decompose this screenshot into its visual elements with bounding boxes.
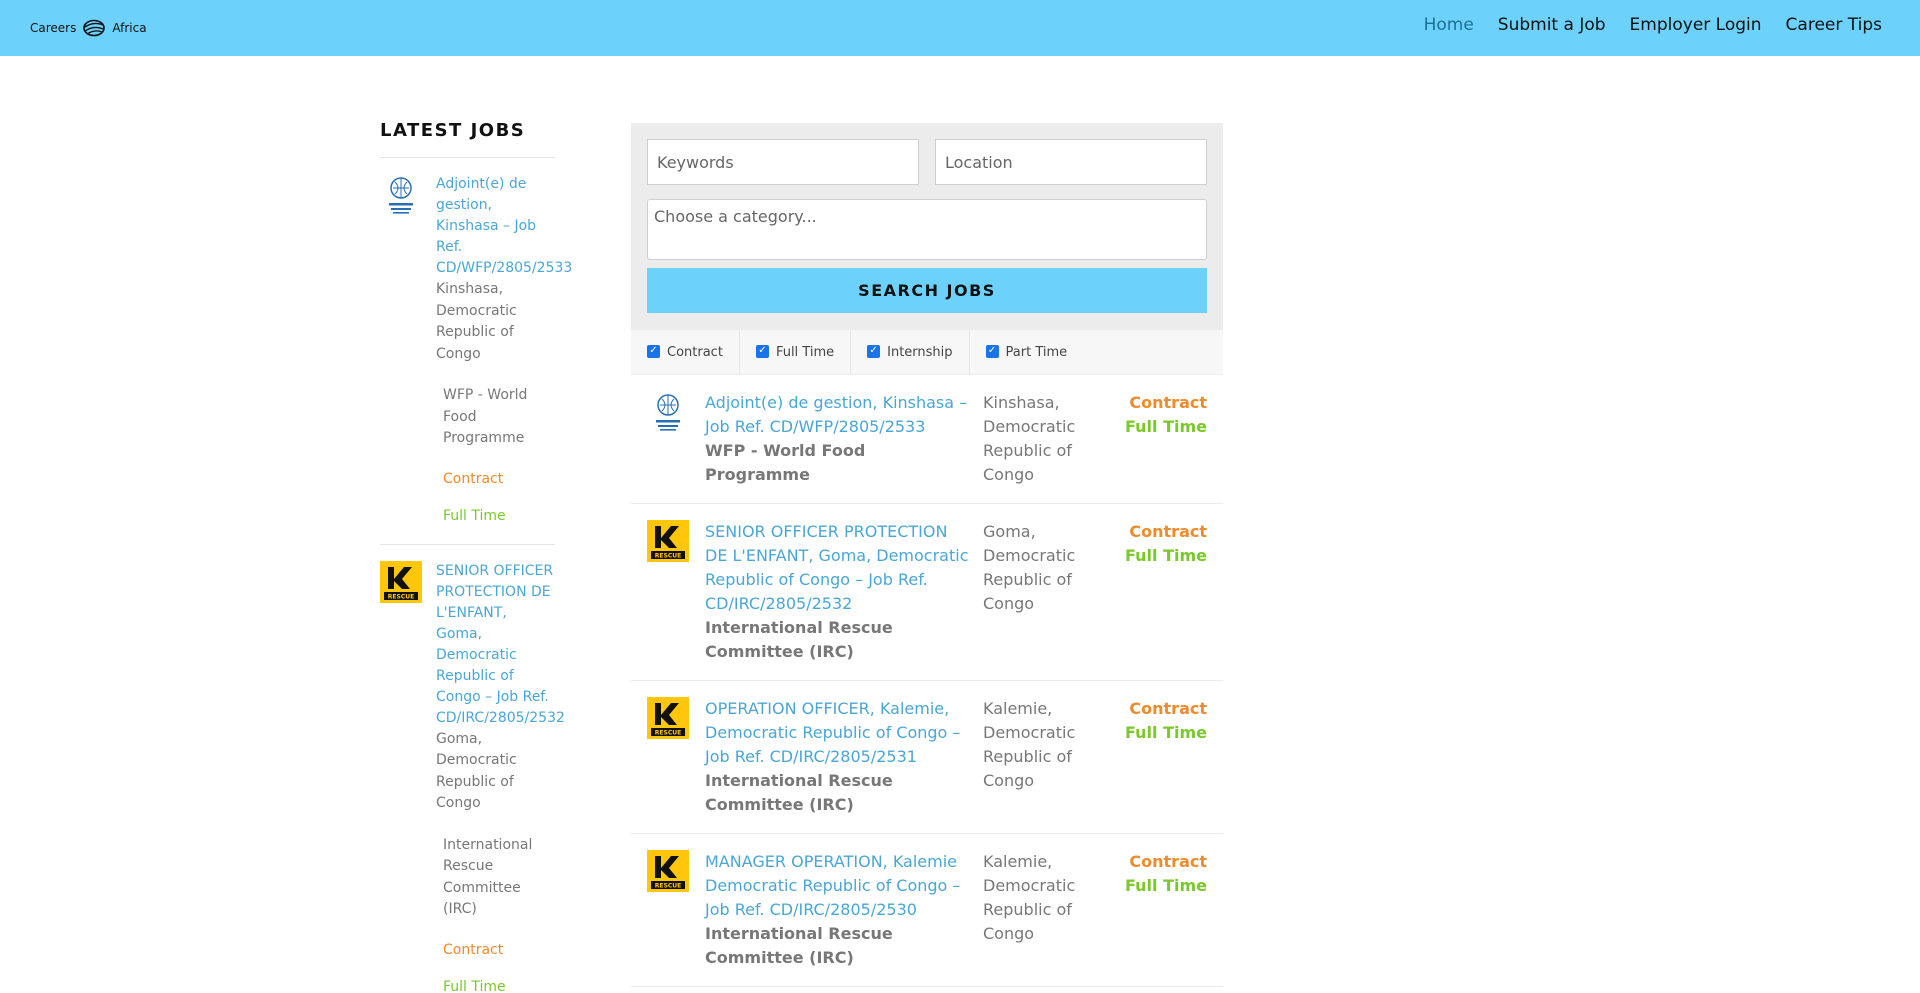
job-type-contract: Contract — [1129, 522, 1207, 541]
wfp-logo-icon — [647, 391, 689, 433]
job-title-link[interactable]: Adjoint(e) de gestion, Kinshasa – Job Re… — [705, 391, 969, 439]
location-input[interactable]: Location — [935, 139, 1207, 185]
job-listing-row[interactable]: Adjoint(e) de gestion, Kinshasa – Job Re… — [631, 375, 1223, 504]
filter-label: Contract — [667, 344, 723, 360]
svg-text:RESCUE: RESCUE — [655, 883, 681, 890]
nav-submit-job[interactable]: Submit a Job — [1498, 15, 1606, 35]
site-logo[interactable]: Careers Africa — [30, 19, 147, 37]
job-location: Kinshasa, Democratic Republic of Congo — [983, 393, 1076, 484]
job-type-fulltime: Full Time — [1125, 546, 1207, 565]
sidebar-heading: LATEST JOBS — [380, 120, 555, 158]
job-organization: International Rescue Committee (IRC) — [705, 618, 893, 661]
sidebar-job-location: Goma, Democratic Republic of Congo — [436, 730, 517, 812]
checkbox-checked-icon[interactable]: ✓ — [985, 344, 999, 358]
wfp-logo-icon — [380, 174, 422, 216]
irc-logo-icon: RESCUE — [647, 850, 689, 892]
job-listings-main: Keywords Location Choose a category... S… — [631, 123, 1223, 987]
logo-text-careers: Careers — [30, 21, 77, 35]
top-navbar: Careers Africa Home Submit a Job Employe… — [0, 0, 1920, 56]
filter-part-time[interactable]: ✓ Part Time — [970, 330, 1084, 375]
sidebar-job-title[interactable]: SENIOR OFFICER PROTECTION DE L'ENFANT, G… — [436, 561, 565, 729]
svg-text:RESCUE: RESCUE — [388, 593, 414, 600]
nav-employer-login[interactable]: Employer Login — [1630, 15, 1762, 35]
job-listing-row[interactable]: RESCUE SENIOR OFFICER PROTECTION DE L'EN… — [631, 504, 1223, 681]
job-organization: International Rescue Committee (IRC) — [705, 771, 893, 814]
filter-contract[interactable]: ✓ Contract — [631, 329, 740, 375]
latest-jobs-sidebar: LATEST JOBS Adjoint(e) de gestion, Kinsh… — [380, 120, 572, 993]
job-type-fulltime: Full Time — [1125, 723, 1207, 742]
job-title-link[interactable]: SENIOR OFFICER PROTECTION DE L'ENFANT, G… — [705, 520, 969, 616]
job-location: Goma, Democratic Republic of Congo — [983, 522, 1076, 613]
filter-label: Internship — [887, 344, 953, 360]
keywords-input[interactable]: Keywords — [647, 139, 919, 185]
sidebar-job-title[interactable]: Adjoint(e) de gestion, Kinshasa – Job Re… — [436, 174, 572, 279]
job-organization: WFP - World Food Programme — [705, 441, 866, 484]
sidebar-job-item: Adjoint(e) de gestion, Kinshasa – Job Re… — [380, 158, 572, 545]
job-location: Kalemie, Democratic Republic of Congo — [983, 852, 1076, 943]
sidebar-job-type-fulltime: Full Time — [443, 507, 506, 524]
globe-logo-icon — [83, 19, 106, 37]
filter-internship[interactable]: ✓ Internship — [851, 329, 970, 375]
job-listing-row[interactable]: RESCUE MANAGER OPERATION, Kalemie Democr… — [631, 834, 1223, 987]
job-type-fulltime: Full Time — [1125, 417, 1207, 436]
svg-text:RESCUE: RESCUE — [655, 730, 681, 737]
job-type-fulltime: Full Time — [1125, 876, 1207, 895]
job-type-filters: ✓ Contract ✓ Full Time ✓ Internship ✓ Pa… — [631, 329, 1223, 375]
search-jobs-button[interactable]: SEARCH JOBS — [647, 268, 1207, 313]
logo-text-africa: Africa — [112, 21, 147, 35]
nav-home[interactable]: Home — [1424, 15, 1474, 35]
checkbox-checked-icon[interactable]: ✓ — [867, 344, 881, 358]
job-organization: International Rescue Committee (IRC) — [705, 924, 893, 967]
irc-logo-icon: RESCUE — [380, 560, 422, 603]
main-nav: Home Submit a Job Employer Login Career … — [1424, 15, 1882, 35]
sidebar-job-type-contract: Contract — [443, 470, 504, 487]
category-select[interactable]: Choose a category... — [647, 199, 1207, 260]
filter-full-time[interactable]: ✓ Full Time — [740, 329, 852, 375]
job-title-link[interactable]: OPERATION OFFICER, Kalemie, Democratic R… — [705, 697, 969, 769]
irc-logo-icon: RESCUE — [647, 697, 689, 739]
filter-label: Full Time — [775, 344, 835, 360]
job-type-contract: Contract — [1129, 699, 1207, 718]
job-search-form: Keywords Location Choose a category... S… — [631, 123, 1223, 330]
job-type-contract: Contract — [1129, 393, 1207, 412]
job-listing-row[interactable]: RESCUE OPERATION OFFICER, Kalemie, Democ… — [631, 681, 1223, 834]
nav-career-tips[interactable]: Career Tips — [1786, 15, 1882, 35]
sidebar-job-type-fulltime: Full Time — [443, 978, 506, 993]
svg-text:RESCUE: RESCUE — [655, 553, 681, 560]
checkbox-checked-icon[interactable]: ✓ — [647, 344, 660, 358]
sidebar-job-item: RESCUE SENIOR OFFICER PROTECTION DE L'EN… — [380, 545, 565, 993]
sidebar-job-org: International Rescue Committee (IRC) — [443, 836, 533, 918]
sidebar-job-org: WFP - World Food Programme — [443, 387, 528, 446]
job-location: Kalemie, Democratic Republic of Congo — [983, 699, 1076, 790]
irc-logo-icon: RESCUE — [647, 520, 689, 562]
filter-label: Part Time — [1005, 344, 1068, 360]
job-title-link[interactable]: MANAGER OPERATION, Kalemie Democratic Re… — [705, 850, 969, 922]
sidebar-job-location: Kinshasa, Democratic Republic of Congo — [436, 281, 517, 362]
checkbox-checked-icon[interactable]: ✓ — [755, 344, 769, 358]
sidebar-job-type-contract: Contract — [443, 941, 504, 958]
job-type-contract: Contract — [1129, 852, 1207, 871]
